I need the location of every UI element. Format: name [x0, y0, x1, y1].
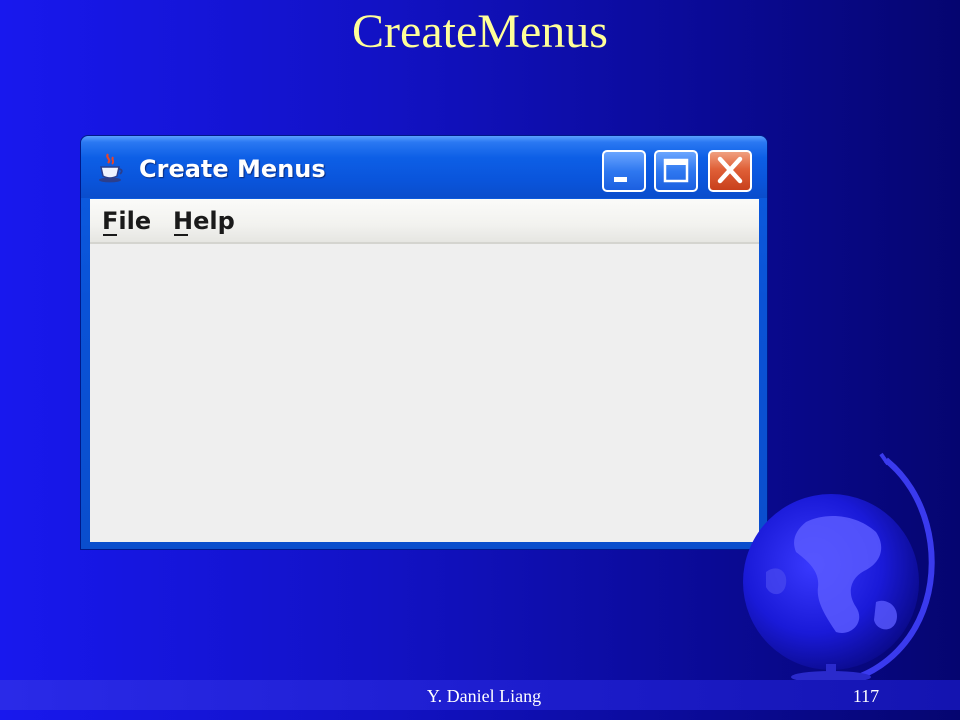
menu-help-label: Help: [173, 207, 235, 235]
menu-file-label: File: [102, 207, 152, 235]
maximize-button[interactable]: [654, 150, 698, 192]
close-button[interactable]: [708, 150, 752, 192]
close-icon: [717, 156, 743, 184]
mnemonic-underline: [174, 234, 188, 236]
window-titlebar[interactable]: Create Menus: [81, 136, 767, 198]
minimize-button[interactable]: [602, 150, 646, 192]
page-number: 117: [852, 686, 880, 706]
minimize-icon: [614, 177, 627, 182]
create-menus-window[interactable]: Create Menus File Help: [80, 135, 768, 550]
footer-author: Y. Daniel Liang: [426, 686, 542, 706]
slide-title: CreateMenus: [352, 5, 608, 58]
footer-bar: Y. Daniel Liang 117: [0, 680, 960, 710]
menu-file[interactable]: File: [102, 207, 152, 236]
menu-bar: File Help: [90, 199, 759, 244]
globe-icon: [736, 452, 946, 687]
java-cup-icon[interactable]: [95, 152, 127, 184]
window-title: Create Menus: [139, 155, 326, 183]
content-pane: [90, 244, 759, 542]
maximize-icon: [663, 158, 689, 183]
menu-help[interactable]: Help: [173, 207, 235, 236]
mnemonic-underline: [103, 234, 117, 236]
